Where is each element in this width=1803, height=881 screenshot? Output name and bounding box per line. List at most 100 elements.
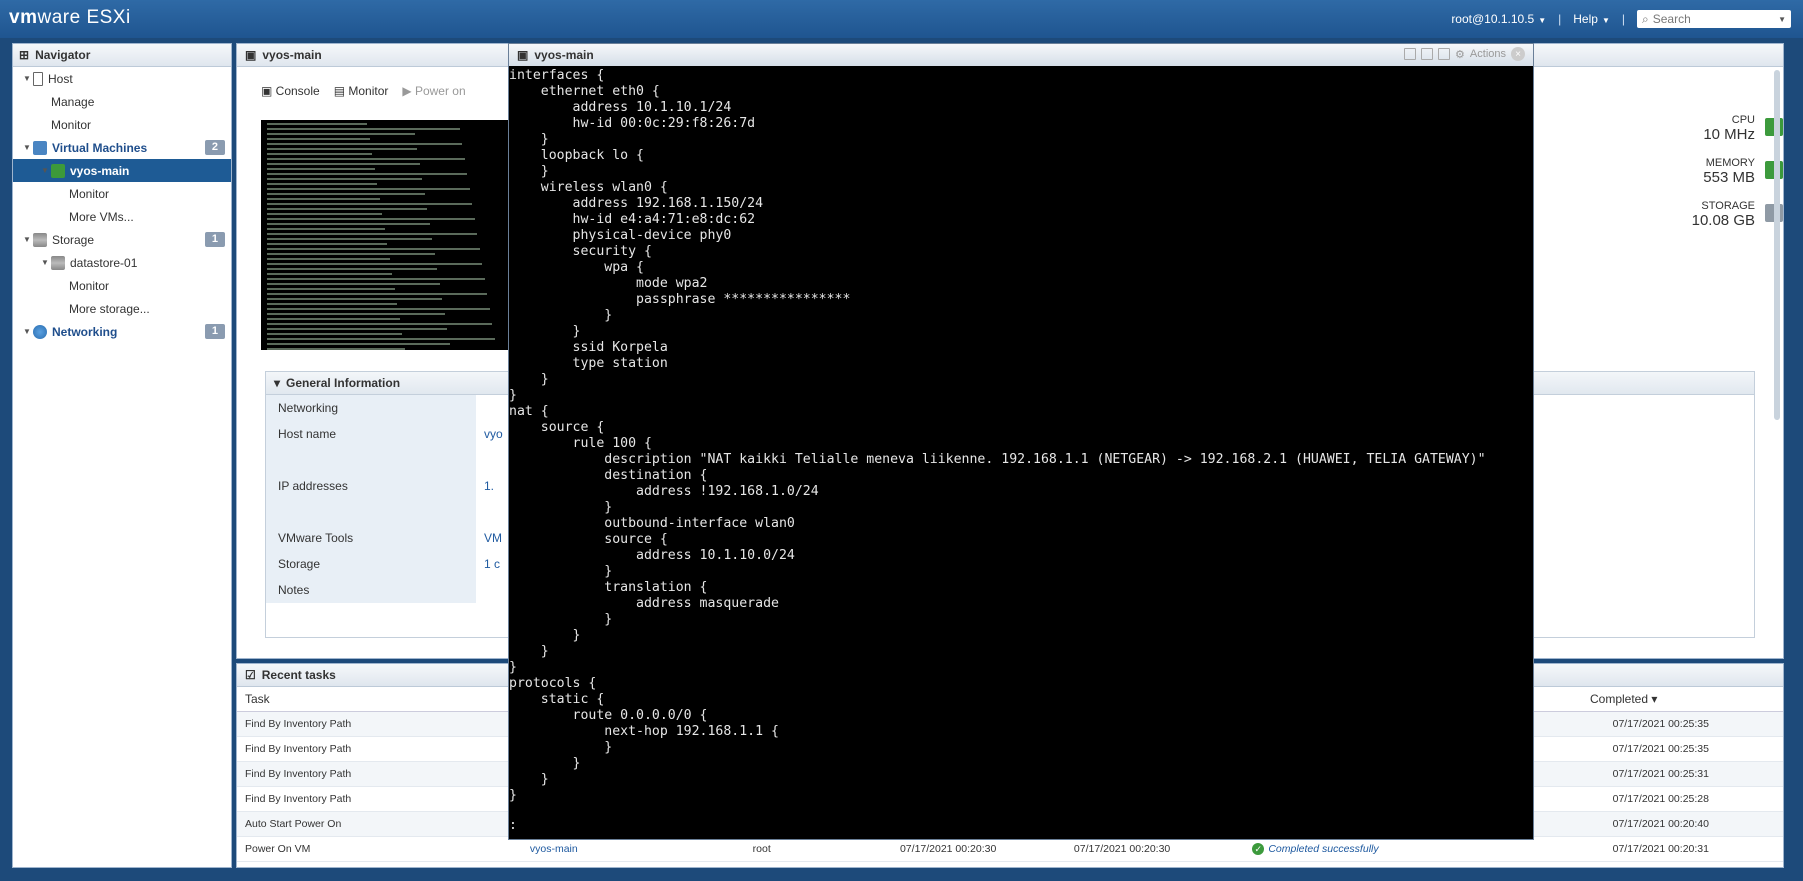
expand-toggle-icon[interactable]: ▼ xyxy=(39,166,51,175)
expand-toggle-icon[interactable]: ▼ xyxy=(21,235,33,244)
terminal-line: } xyxy=(509,372,549,387)
console-screen[interactable]: interfaces { ethernet eth0 { address 10.… xyxy=(509,66,1533,834)
task-task-cell: Find By Inventory Path xyxy=(245,718,352,730)
keyboard-icon[interactable] xyxy=(1438,48,1451,60)
nav-item-monitor[interactable]: Monitor xyxy=(13,113,231,136)
nav-item-label: Monitor xyxy=(69,186,110,201)
nav-item-vyos-main[interactable]: ▼ vyos-main xyxy=(13,159,231,182)
thumbnail-text-line xyxy=(267,333,402,335)
terminal-line: wpa { xyxy=(509,260,644,275)
actions-menu[interactable]: Actions xyxy=(1470,48,1506,60)
chevron-down-icon: ▼ xyxy=(1538,16,1547,25)
help-menu[interactable]: Help ▼ xyxy=(1573,12,1610,26)
thumbnail-text-line xyxy=(267,273,392,275)
task-completed-cell: 07/17/2021 00:25:31 xyxy=(1612,768,1709,780)
nav-item-monitor[interactable]: Monitor xyxy=(13,274,231,297)
terminal-line: address masquerade xyxy=(509,596,779,611)
vertical-scrollbar[interactable] xyxy=(1774,70,1780,420)
terminal-line: interfaces { xyxy=(509,68,605,83)
general-info-key: Notes xyxy=(266,577,476,603)
divider: | xyxy=(1558,12,1562,26)
nav-item-manage[interactable]: Manage xyxy=(13,90,231,113)
nav-item-storage[interactable]: ▼ Storage 1 xyxy=(13,228,231,251)
thumbnail-text-line xyxy=(267,163,420,165)
thumbnail-text-line xyxy=(267,288,395,290)
minimize-icon[interactable] xyxy=(1404,48,1417,60)
nav-item-virtual-machines[interactable]: ▼ Virtual Machines 2 xyxy=(13,136,231,159)
task-target-cell[interactable]: vyos-main xyxy=(522,843,745,855)
database-icon xyxy=(33,232,47,247)
console-window-header: ▣ vyos-main ⚙ Actions × xyxy=(509,44,1533,66)
console-thumbnail[interactable] xyxy=(261,120,511,350)
terminal-line: } xyxy=(509,740,613,755)
navigator-tree: ▼ Host Manage Monitor ▼ Virtual Machines 2 ▼ vyo… xyxy=(13,67,231,343)
general-info-value: vyo xyxy=(484,427,503,441)
nav-item-host[interactable]: ▼ Host xyxy=(13,67,231,90)
terminal-line: } xyxy=(509,132,549,147)
nav-item-label: Monitor xyxy=(69,278,110,293)
expand-toggle-icon[interactable]: ▼ xyxy=(21,327,33,336)
task-row[interactable]: Power On VM vyos-main root 07/17/2021 00:20… xyxy=(237,837,1783,862)
thumbnail-text-line xyxy=(267,278,485,280)
terminal-line: } xyxy=(509,772,549,787)
expand-toggle-icon[interactable]: ▼ xyxy=(39,258,51,267)
thumbnail-text-line xyxy=(267,258,390,260)
terminal-line: } xyxy=(509,564,613,579)
terminal-line: } xyxy=(509,628,581,643)
thumbnail-text-line xyxy=(267,233,477,235)
gear-icon[interactable]: ⚙ xyxy=(1455,48,1465,61)
storage-stat: STORAGE 10.08 GB xyxy=(1692,200,1783,229)
thumbnail-text-line xyxy=(267,303,397,305)
terminal-line: hw-id e4:a4:71:e8:dc:62 xyxy=(509,212,756,227)
power-on-button[interactable]: ▶ Power on xyxy=(402,84,465,98)
console-window[interactable]: ▣ vyos-main ⚙ Actions × interfaces { eth… xyxy=(508,43,1534,840)
fullscreen-icon[interactable] xyxy=(1421,48,1434,60)
terminal-line: address 192.168.1.150/24 xyxy=(509,196,764,211)
thumbnail-text-line xyxy=(267,188,470,190)
user-menu[interactable]: root@10.1.10.5 ▼ xyxy=(1451,12,1546,26)
task-completed-cell: 07/17/2021 00:25:35 xyxy=(1612,718,1709,730)
thumbnail-text-line xyxy=(267,183,377,185)
thumbnail-text-line xyxy=(267,308,490,310)
memory-stat: MEMORY 553 MB xyxy=(1703,157,1783,186)
nav-item-more-storage[interactable]: More storage... xyxy=(13,297,231,320)
terminal-line: next-hop 192.168.1.1 { xyxy=(509,724,779,739)
task-task-cell: Power On VM xyxy=(245,843,311,855)
terminal-line: wireless wlan0 { xyxy=(509,180,668,195)
task-queued-cell: 07/17/2021 00:20:30 xyxy=(899,843,997,855)
thumbnail-text-line xyxy=(267,198,380,200)
completed-column-header[interactable]: Completed ▾ xyxy=(1582,692,1782,706)
chevron-down-icon[interactable]: ▼ xyxy=(1778,15,1786,24)
thumbnail-text-line xyxy=(267,338,495,340)
nav-item-networking[interactable]: ▼ Networking 1 xyxy=(13,320,231,343)
nav-item-more-vms[interactable]: More VMs... xyxy=(13,205,231,228)
close-icon[interactable]: × xyxy=(1511,47,1525,61)
nav-item-monitor[interactable]: Monitor xyxy=(13,182,231,205)
monitor-button[interactable]: ▤ Monitor xyxy=(334,84,389,98)
terminal-line: passphrase **************** xyxy=(509,292,851,307)
terminal-line: destination { xyxy=(509,468,708,483)
thumbnail-text-line xyxy=(267,123,367,125)
vm-icon xyxy=(33,140,47,155)
terminal-line: ssid Korpela xyxy=(509,340,668,355)
thumbnail-text-line xyxy=(267,193,425,195)
expand-toggle-icon[interactable]: ▼ xyxy=(21,143,33,152)
general-info-value: 1 c xyxy=(484,557,501,571)
terminal-line: source { xyxy=(509,420,605,435)
navigator-header: ⊞ Navigator xyxy=(13,44,231,67)
database-icon xyxy=(51,255,65,270)
thumbnail-text-line xyxy=(267,223,430,225)
thumbnail-text-line xyxy=(267,173,467,175)
nav-item-label: Networking xyxy=(52,324,118,339)
thumbnail-text-line xyxy=(267,328,447,330)
terminal-line: rule 100 { xyxy=(509,436,652,451)
expand-toggle-icon[interactable]: ▼ xyxy=(21,74,33,83)
nav-item-datastore-01[interactable]: ▼ datastore-01 xyxy=(13,251,231,274)
general-info-key: Host name xyxy=(266,421,476,447)
search-input[interactable]: ⌕ Search ▼ xyxy=(1637,10,1791,28)
search-icon: ⌕ xyxy=(1642,11,1649,26)
task-task-cell: Find By Inventory Path xyxy=(245,768,352,780)
console-button[interactable]: ▣ Console xyxy=(261,84,320,98)
thumbnail-text-line xyxy=(267,148,417,150)
tasks-icon: ☑ xyxy=(245,668,256,682)
